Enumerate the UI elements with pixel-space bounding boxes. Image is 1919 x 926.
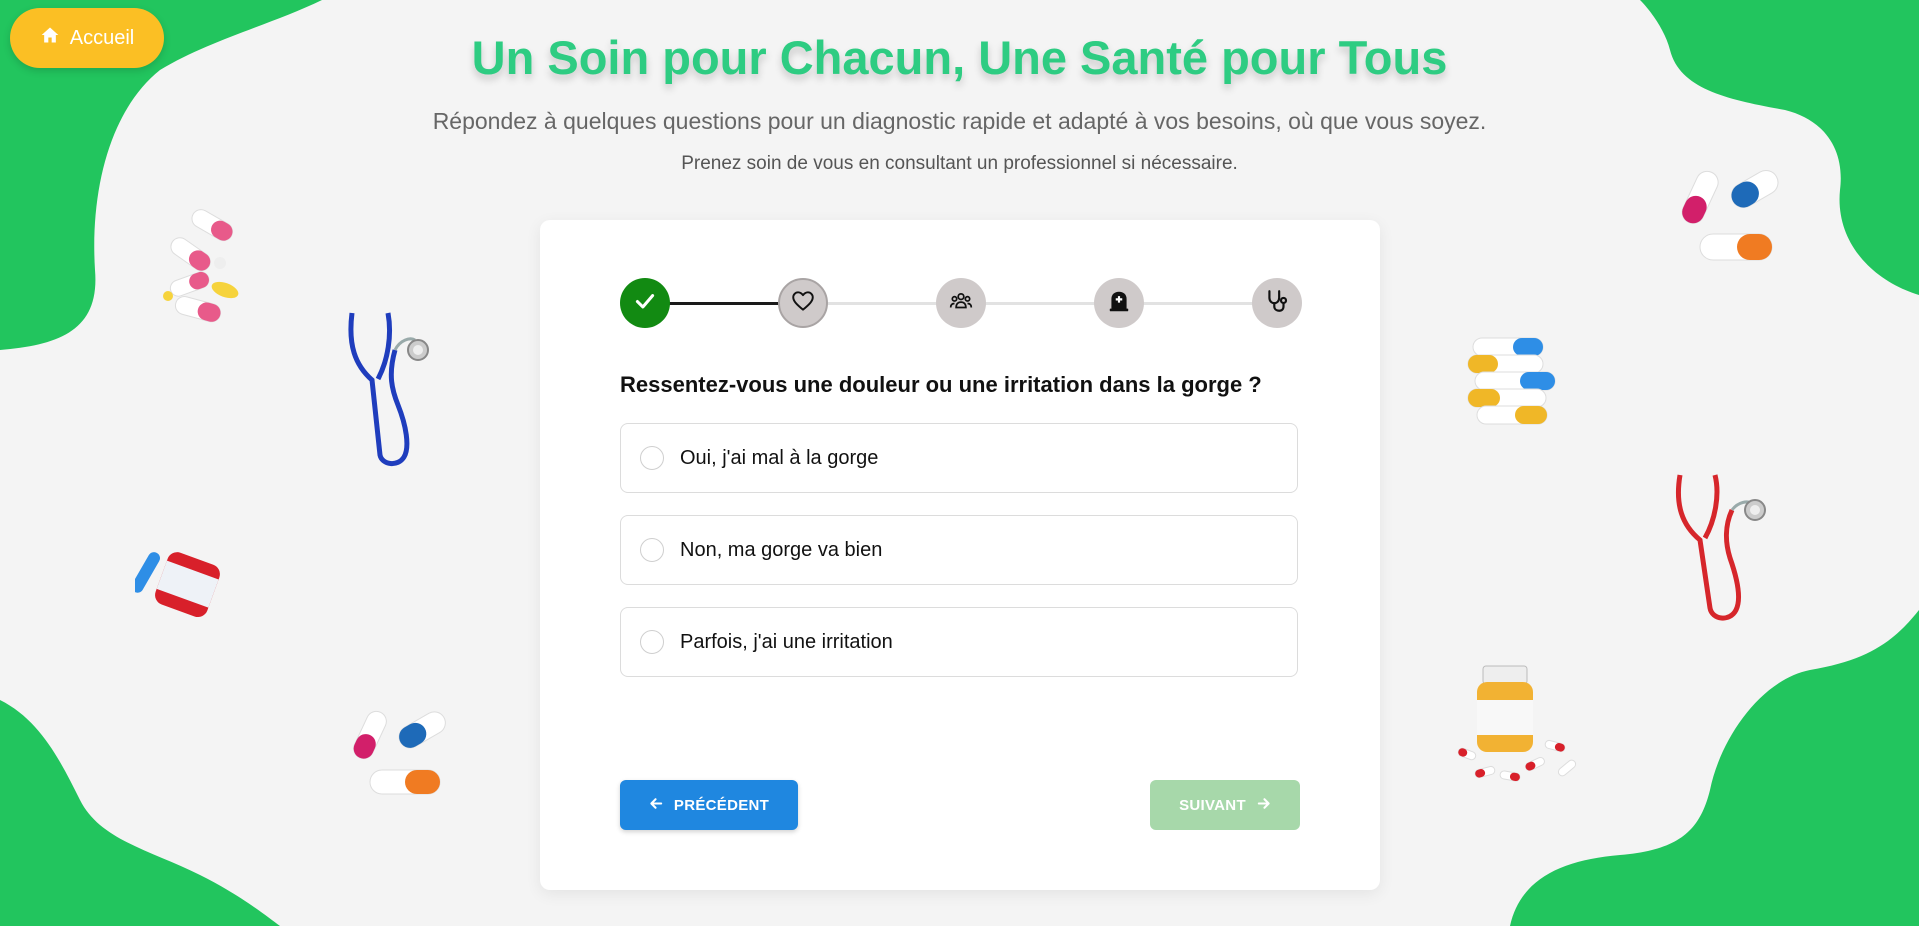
capsules-icon <box>353 710 446 795</box>
step-5 <box>1252 278 1302 328</box>
home-button-label: Accueil <box>69 26 135 49</box>
answer-option[interactable]: Non, ma gorge va bien <box>620 515 1298 585</box>
progress-stepper <box>620 278 1302 328</box>
stethoscope-icon <box>348 312 429 466</box>
answer-option[interactable]: Oui, j'ai mal à la gorge <box>620 423 1298 493</box>
arrow-left-icon <box>649 796 664 815</box>
answer-option[interactable]: Parfois, j'ai une irritation <box>620 607 1298 677</box>
answer-option-label: Non, ma gorge va bien <box>680 538 883 561</box>
answer-option-label: Parfois, j'ai une irritation <box>680 630 893 653</box>
pills-icon <box>163 209 239 323</box>
pill-bottle-icon <box>1457 665 1577 782</box>
next-button-label: SUIVANT <box>1179 796 1246 814</box>
page-subtitle: Répondez à quelques questions pour un di… <box>432 108 1487 134</box>
previous-button-label: PRÉCÉDENT <box>673 796 770 814</box>
answer-option-label: Oui, j'ai mal à la gorge <box>680 446 879 469</box>
question-text: Ressentez-vous une douleur ou une irrita… <box>620 372 1262 397</box>
home-icon <box>40 25 60 51</box>
radio-button[interactable] <box>640 630 664 654</box>
capsules-icon <box>1681 170 1779 261</box>
radio-button[interactable] <box>640 538 664 562</box>
previous-button[interactable]: PRÉCÉDENT <box>620 780 798 830</box>
step-4 <box>1094 278 1144 328</box>
arrow-right-icon <box>1256 796 1271 815</box>
stethoscope-icon <box>1264 288 1290 319</box>
heart-icon <box>790 288 816 319</box>
questionnaire-card: Ressentez-vous une douleur ou une irrita… <box>540 220 1380 890</box>
step-1 <box>620 278 670 328</box>
home-button[interactable]: Accueil <box>10 8 164 68</box>
page-title: Un Soin pour Chacun, Une Santé pour Tous <box>471 31 1448 84</box>
people-group-icon <box>948 288 974 319</box>
step-2 <box>778 278 828 328</box>
next-button[interactable]: SUIVANT <box>1150 780 1300 830</box>
check-icon <box>632 288 658 319</box>
step-3 <box>936 278 986 328</box>
medicine-jar-icon <box>135 552 220 618</box>
radio-button[interactable] <box>640 446 664 470</box>
medical-tomb-icon <box>1106 288 1132 319</box>
pill-stack-icon <box>1467 337 1556 425</box>
stethoscope-icon <box>1675 474 1766 621</box>
page-subtitle-secondary: Prenez soin de vous en consultant un pro… <box>681 153 1238 174</box>
